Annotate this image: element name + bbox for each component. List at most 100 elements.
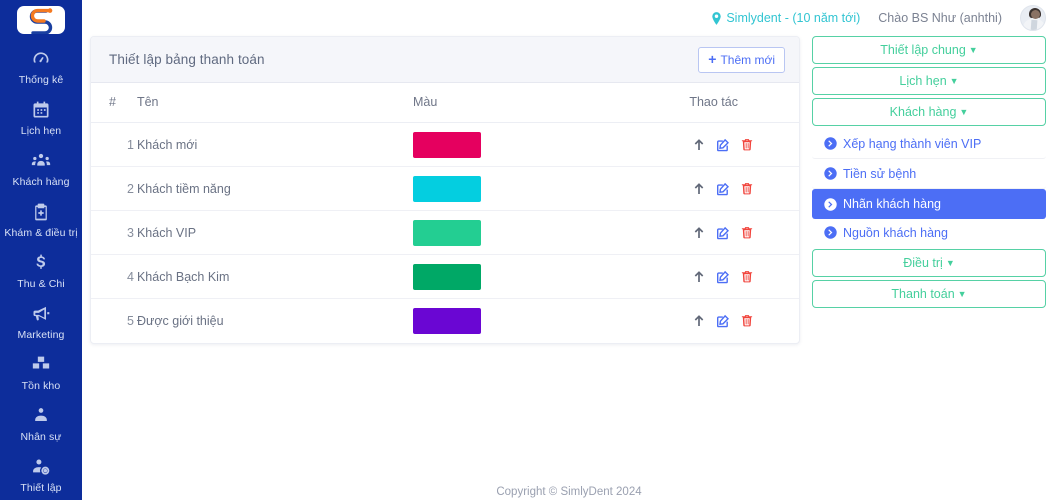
sidebar-item-ton-kho[interactable]: Tồn kho <box>0 348 82 399</box>
accordion-lich-hen[interactable]: Lịch hẹn ▼ <box>812 67 1046 95</box>
row-name-cell: Khách VIP <box>136 210 414 255</box>
labels-table: # Tên Màu Thao tác 1 Khách mới 2 Khách tiềm… <box>91 83 799 343</box>
row-actions <box>689 311 799 331</box>
sidebar-item-lich-hen[interactable]: Lịch hẹn <box>0 93 82 144</box>
accordion-label: Điều trị <box>903 256 943 270</box>
avatar-head <box>1031 10 1040 19</box>
sidebar-item-khach-hang[interactable]: Khách hàng <box>0 144 82 195</box>
color-swatch <box>413 307 482 334</box>
footer: Copyright © SimlyDent 2024 <box>496 486 642 498</box>
row-actions-cell <box>689 166 799 211</box>
circle-chevron-right-icon <box>824 197 837 211</box>
sidebar-item-label: Marketing <box>17 329 65 341</box>
table-body: 1 Khách mới 2 Khách tiềm năng 3 Khách VIP 4 Khá… <box>91 122 799 343</box>
edit-icon <box>716 226 730 240</box>
row-name: Khách tiềm năng <box>136 181 231 196</box>
accordion-label: Lịch hẹn <box>899 74 947 88</box>
accordion-dieu-tri[interactable]: Điều trị ▼ <box>812 249 1046 277</box>
chevron-down-icon: ▼ <box>968 45 978 55</box>
arrow-up-icon <box>692 314 706 328</box>
row-color-cell <box>413 299 689 343</box>
table-row: 2 Khách tiềm năng <box>91 166 799 211</box>
color-swatch <box>413 131 482 158</box>
panel-sub-item[interactable]: Nguồn khách hàng <box>812 219 1046 246</box>
sidebar-item-thiet-lap[interactable]: Thiết lập <box>0 450 82 500</box>
accordion-thiet-lap-chung[interactable]: Thiết lập chung ▼ <box>812 36 1046 64</box>
circle-chevron-right-icon <box>824 137 837 150</box>
clinic-label: Simlydent - (10 năm tới) <box>726 11 861 25</box>
accordion-label: Thanh toán <box>891 287 955 301</box>
sidebar-item-label: Nhân sự <box>20 431 62 443</box>
trash-button[interactable] <box>737 223 757 243</box>
arrow-up-icon <box>692 226 706 240</box>
app-logo[interactable] <box>17 6 65 34</box>
trash-icon <box>740 270 754 284</box>
row-actions <box>689 223 799 243</box>
accordion-label: Thiết lập chung <box>880 43 966 57</box>
arrow-up-button[interactable] <box>689 223 709 243</box>
table-row: 5 Được giới thiệu <box>91 299 799 343</box>
add-new-button[interactable]: + Thêm mới <box>698 46 785 73</box>
location-pin-icon <box>712 11 722 25</box>
accordion-thanh-toan[interactable]: Thanh toán ▼ <box>812 280 1046 308</box>
edit-button[interactable] <box>713 223 733 243</box>
col-color: Màu <box>413 83 690 123</box>
row-index-cell: 4 <box>91 254 137 299</box>
row-actions <box>689 179 799 199</box>
content-row: Thiết lập bảng thanh toán + Thêm mới # T… <box>82 36 1056 500</box>
edit-icon <box>716 182 730 196</box>
chevron-down-icon: ▼ <box>957 289 967 299</box>
table-row: 1 Khách mới <box>91 122 799 167</box>
edit-button[interactable] <box>713 135 733 155</box>
arrow-up-button[interactable] <box>689 311 709 331</box>
accordion-khach-hang[interactable]: Khách hàng ▼ <box>812 98 1046 126</box>
table-head: # Tên Màu Thao tác <box>91 83 799 123</box>
row-name: Khách Bạch Kim <box>136 269 230 284</box>
row-index-cell: 2 <box>91 166 137 211</box>
row-index: 2 <box>127 181 134 196</box>
trash-button[interactable] <box>737 179 757 199</box>
chevron-down-icon: ▼ <box>959 107 969 117</box>
clinic-indicator[interactable]: Simlydent - (10 năm tới) <box>711 11 860 25</box>
panel-sub-item[interactable]: Tiền sử bệnh <box>812 159 1046 189</box>
arrow-up-button[interactable] <box>689 135 709 155</box>
panel-sub-item[interactable]: Xếp hạng thành viên VIP <box>812 129 1046 159</box>
trash-icon <box>740 314 754 328</box>
row-index-cell: 3 <box>91 210 137 255</box>
sidebar-item-thong-ke[interactable]: Thống kê <box>0 42 82 93</box>
sidebar-item-marketing[interactable]: Marketing <box>0 297 82 348</box>
row-color-cell <box>413 210 690 255</box>
sidebar-item-thu-chi[interactable]: Thu & Chi <box>0 246 82 297</box>
arrow-up-button[interactable] <box>689 267 709 287</box>
edit-icon <box>716 314 730 328</box>
color-swatch <box>413 175 482 202</box>
edit-button[interactable] <box>713 311 733 331</box>
avatar-coat <box>1030 19 1038 30</box>
accordion-label: Khách hàng <box>889 105 957 119</box>
avatar[interactable] <box>1020 5 1046 31</box>
sidebar-item-label: Khám & điều trị <box>4 227 78 239</box>
sidebar-item-nhan-su[interactable]: Nhân sự <box>0 399 82 450</box>
edit-button[interactable] <box>713 179 733 199</box>
trash-button[interactable] <box>737 267 757 287</box>
row-index: 4 <box>127 269 134 284</box>
boxes-icon <box>31 355 51 375</box>
edit-button[interactable] <box>713 267 733 287</box>
app-root: Thống kê Lịch hẹn Khách hàng Khám & điều… <box>0 0 1056 500</box>
row-name-cell: Khách Bạch Kim <box>136 254 414 299</box>
arrow-up-icon <box>692 182 706 196</box>
panel-sub-item-label: Nhãn khách hàng <box>843 197 941 211</box>
accordion-sub-list: Xếp hạng thành viên VIP Tiền sử bệnh Nhãn … <box>812 129 1046 246</box>
arrow-up-button[interactable] <box>689 179 709 199</box>
trash-button[interactable] <box>737 311 757 331</box>
row-name: Khách mới <box>136 137 198 152</box>
add-new-label: Thêm mới <box>720 52 775 67</box>
color-swatch <box>413 263 482 290</box>
panel-sub-item[interactable]: Nhãn khách hàng <box>812 189 1046 219</box>
table-header-row: # Tên Màu Thao tác <box>91 83 799 123</box>
dashboard-icon <box>31 49 51 69</box>
users-icon <box>31 151 51 171</box>
sidebar-item-kham-dieu-tri[interactable]: Khám & điều trị <box>0 195 82 246</box>
trash-button[interactable] <box>737 135 757 155</box>
row-color-cell <box>413 166 690 211</box>
